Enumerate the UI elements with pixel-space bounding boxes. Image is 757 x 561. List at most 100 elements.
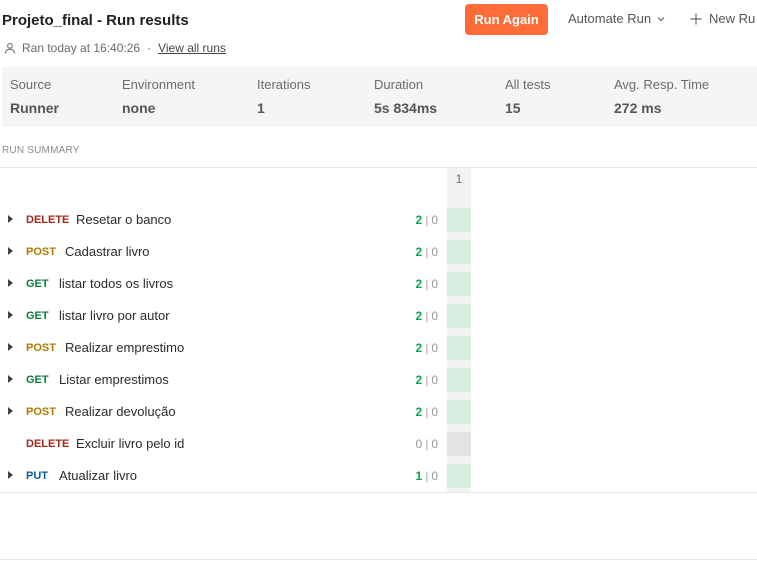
stat-value: none (122, 100, 156, 116)
request-name: Atualizar livro (59, 468, 138, 483)
plus-icon (690, 13, 702, 24)
request-name: Excluir livro pelo id (76, 436, 185, 451)
request-name: listar livro por autor (59, 308, 170, 323)
count-separator: | (425, 437, 429, 451)
count-separator: | (425, 277, 429, 291)
stat-duration: Duration 5s 834ms (374, 77, 437, 116)
iteration-result-cell[interactable] (447, 272, 471, 296)
divider (0, 559, 757, 560)
expand-caret-icon[interactable] (8, 407, 13, 415)
iteration-result-cell[interactable] (447, 240, 471, 264)
new-run-label: New Ru (709, 11, 756, 26)
iteration-result-cell[interactable] (447, 304, 471, 328)
run-summary-list: DELETE Resetar o banco 2 | 0 POST Cadastrar li… (0, 204, 757, 492)
stat-value: 1 (257, 100, 265, 116)
test-counts: 2 | 0 (400, 373, 439, 387)
run-summary-title: RUN SUMMARY (2, 145, 80, 156)
request-row[interactable]: POST Realizar emprestimo 2 | 0 (0, 332, 757, 364)
request-row[interactable]: DELETE Resetar o banco 2 | 0 (0, 204, 757, 236)
http-method-badge: DELETE (26, 438, 70, 450)
automate-run-label: Automate Run (568, 11, 652, 26)
new-run-button[interactable]: New Ru (690, 11, 755, 26)
run-again-button[interactable]: Run Again (465, 4, 548, 35)
divider (0, 492, 757, 493)
divider (0, 167, 757, 168)
http-method-badge: DELETE (26, 214, 70, 226)
iteration-result-cell[interactable] (447, 208, 471, 232)
iteration-result-cell[interactable] (447, 464, 471, 488)
test-counts: 0 | 0 (400, 437, 439, 451)
stat-label: Avg. Resp. Time (614, 77, 710, 92)
expand-caret-icon[interactable] (8, 375, 13, 383)
failed-count: 0 (431, 373, 438, 387)
expand-caret-icon[interactable] (8, 247, 13, 255)
iteration-header: 1 (455, 172, 463, 186)
request-name: Resetar o banco (76, 212, 172, 227)
test-counts: 2 | 0 (400, 277, 439, 291)
ran-at-text: Ran today at 16:40:26 (22, 41, 141, 55)
count-separator: | (425, 373, 429, 387)
request-name: Listar emprestimos (59, 372, 169, 387)
request-row[interactable]: POST Cadastrar livro 2 | 0 (0, 236, 757, 268)
request-row[interactable]: POST Realizar devolução 2 | 0 (0, 396, 757, 428)
stat-label: Duration (374, 77, 424, 92)
expand-caret-icon[interactable] (8, 215, 13, 223)
stat-source: Source Runner (10, 77, 59, 116)
automate-run-dropdown[interactable]: Automate Run (568, 11, 666, 26)
request-name: Realizar devolução (65, 404, 176, 419)
stat-value: 15 (505, 100, 521, 116)
http-method-badge: POST (26, 342, 56, 354)
passed-count: 2 (415, 277, 423, 291)
failed-count: 0 (431, 469, 438, 483)
http-method-badge: POST (26, 246, 56, 258)
test-counts: 2 | 0 (400, 213, 439, 227)
count-separator: | (425, 245, 429, 259)
test-counts: 1 | 0 (400, 469, 439, 483)
request-row: DELETE Excluir livro pelo id 0 | 0 (0, 428, 757, 460)
stat-label: Iterations (257, 77, 311, 92)
count-separator: | (425, 469, 429, 483)
passed-count: 2 (415, 405, 423, 419)
iteration-result-cell[interactable] (447, 432, 471, 456)
stat-label: Source (10, 77, 52, 92)
page-title: Projeto_final - Run results (2, 12, 189, 29)
stat-label: Environment (122, 77, 195, 92)
request-name: Realizar emprestimo (65, 340, 185, 355)
request-row[interactable]: PUT Atualizar livro 1 | 0 (0, 460, 757, 492)
passed-count: 2 (415, 309, 423, 323)
expand-caret-icon[interactable] (8, 471, 13, 479)
http-method-badge: POST (26, 406, 56, 418)
user-icon (4, 42, 16, 54)
http-method-badge: GET (26, 278, 49, 290)
expand-caret-icon[interactable] (8, 311, 13, 319)
failed-count: 0 (431, 341, 438, 355)
stat-avg-resp-time: Avg. Resp. Time 272 ms (614, 77, 709, 116)
view-all-runs-link[interactable]: View all runs (158, 41, 226, 55)
stat-environment: Environment none (122, 77, 195, 116)
request-row[interactable]: GET listar livro por autor 2 | 0 (0, 300, 757, 332)
request-row[interactable]: GET Listar emprestimos 2 | 0 (0, 364, 757, 396)
test-counts: 2 | 0 (400, 341, 439, 355)
stat-iterations: Iterations 1 (257, 77, 310, 116)
iteration-result-cell[interactable] (447, 336, 471, 360)
failed-count: 0 (431, 277, 438, 291)
passed-count: 1 (415, 469, 423, 483)
test-counts: 2 | 0 (400, 245, 439, 259)
run-stats-bar: Source Runner Environment none Iteration… (2, 67, 757, 127)
test-counts: 2 | 0 (400, 405, 439, 419)
count-separator: | (425, 309, 429, 323)
iteration-result-cell[interactable] (447, 400, 471, 424)
stat-all-tests: All tests 15 (505, 77, 551, 116)
failed-count: 0 (431, 405, 438, 419)
passed-count: 2 (415, 213, 423, 227)
expand-caret-icon[interactable] (8, 279, 13, 287)
count-separator: | (425, 213, 429, 227)
iteration-result-cell[interactable] (447, 368, 471, 392)
request-name: listar todos os livros (59, 276, 174, 291)
chevron-down-icon (657, 16, 665, 21)
passed-count: 2 (415, 341, 423, 355)
stat-label: All tests (505, 77, 551, 92)
expand-caret-icon[interactable] (8, 343, 13, 351)
request-row[interactable]: GET listar todos os livros 2 | 0 (0, 268, 757, 300)
failed-count: 0 (431, 309, 438, 323)
